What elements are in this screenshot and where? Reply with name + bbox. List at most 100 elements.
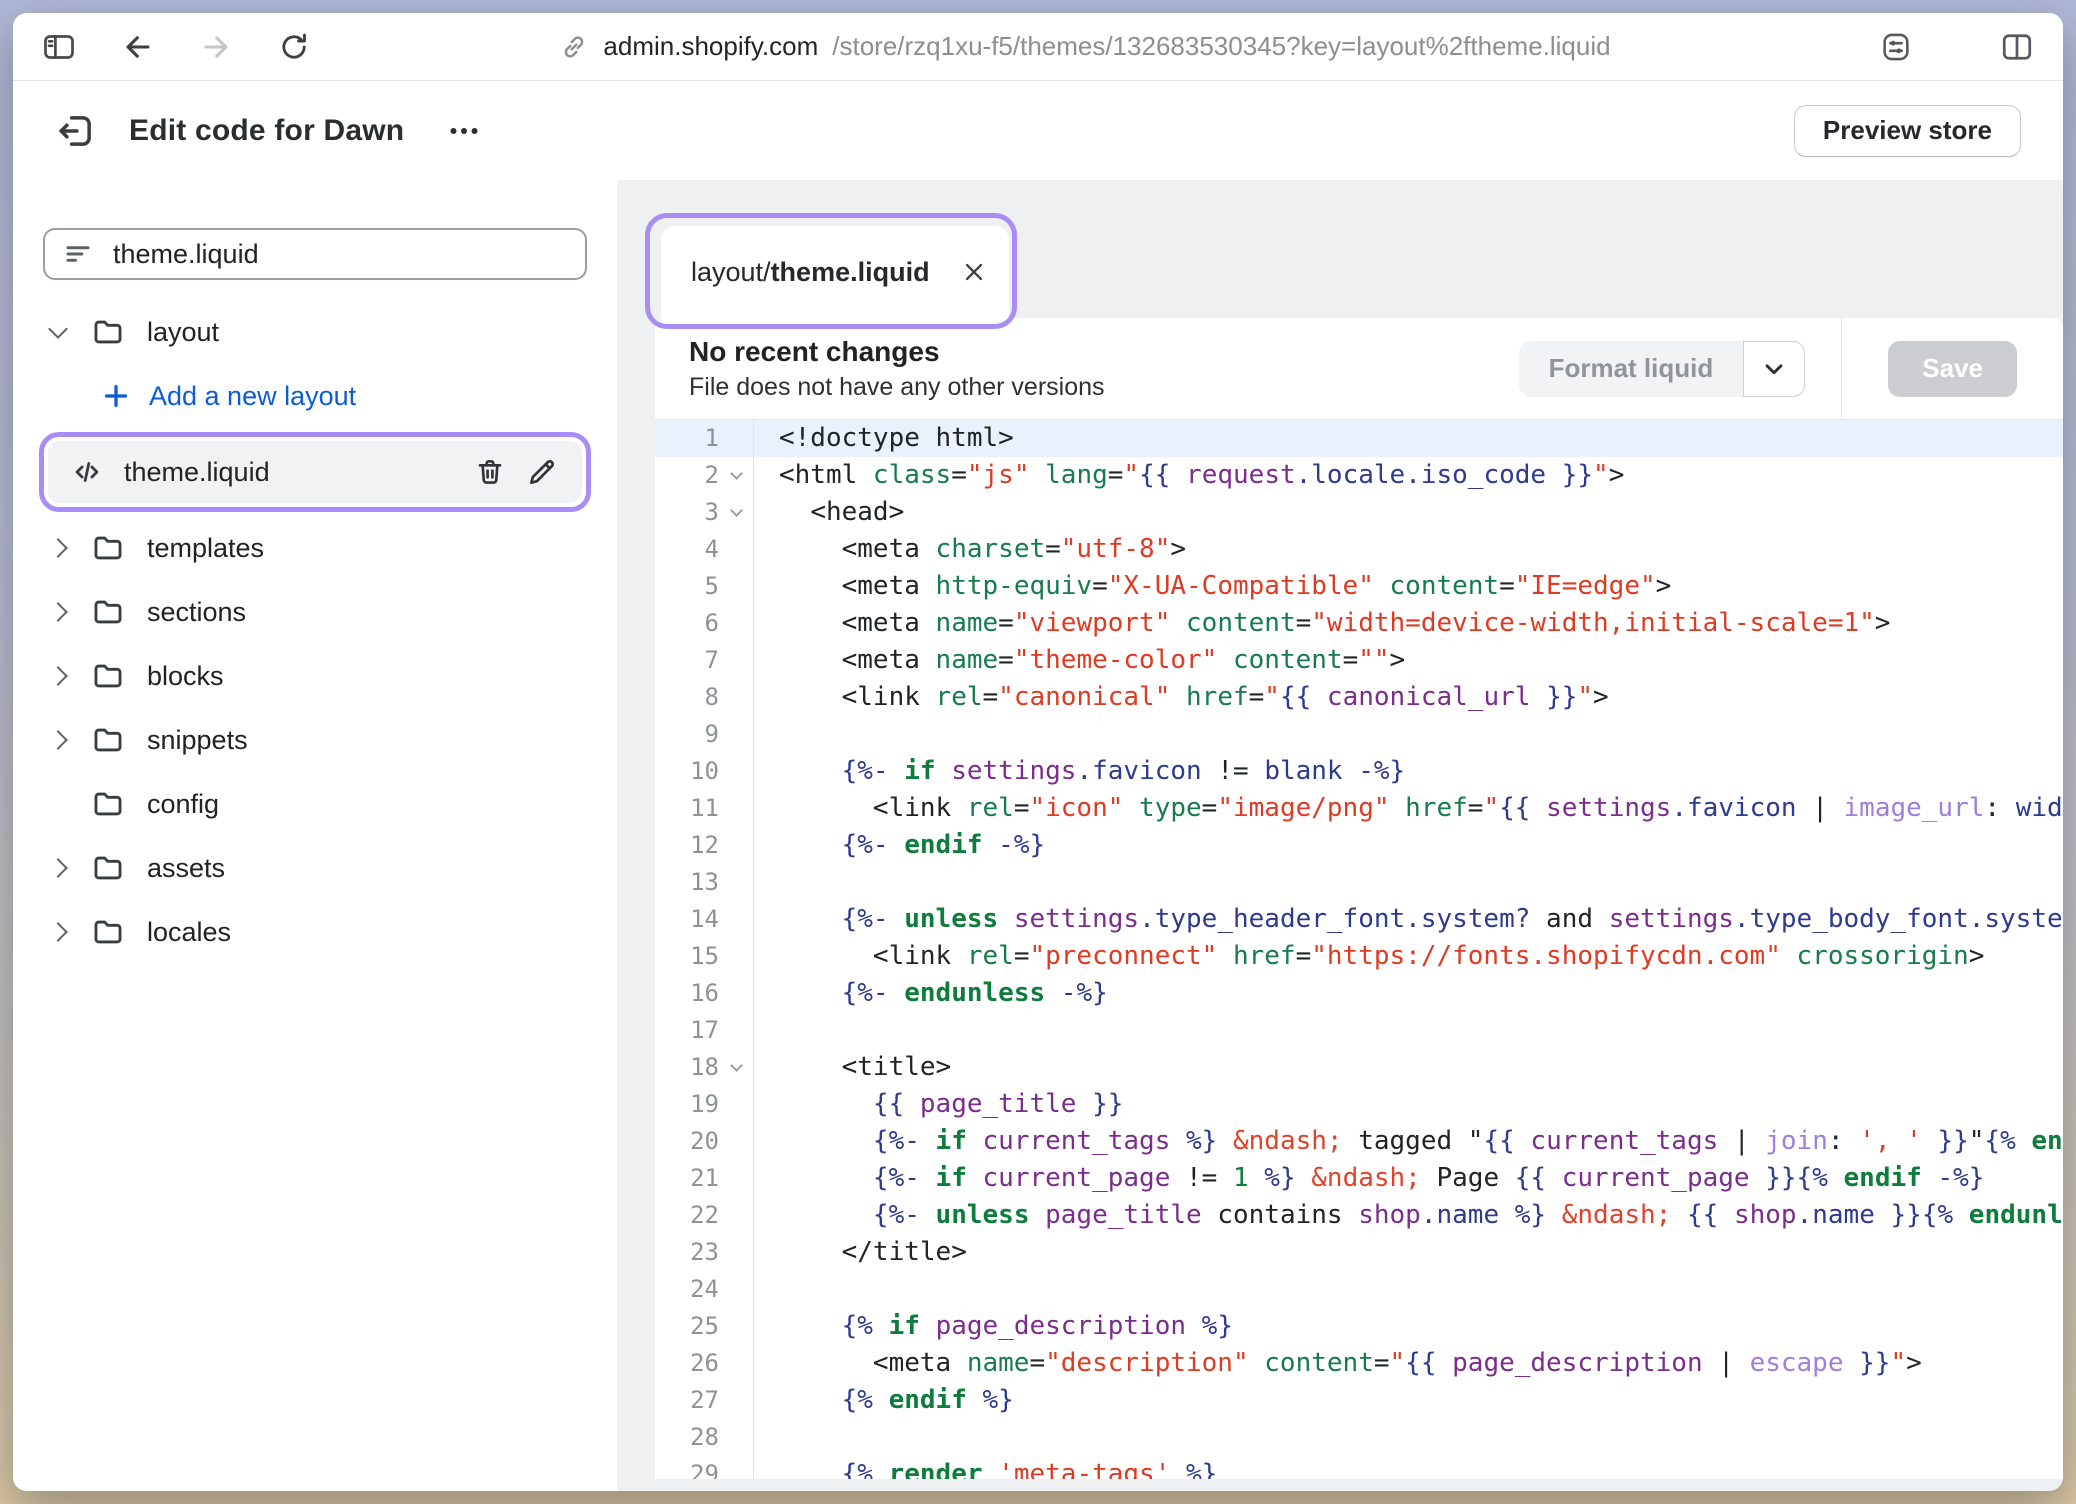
folder-icon: [91, 851, 125, 885]
plus-icon: [101, 381, 131, 411]
code-line[interactable]: 18 <title>: [655, 1049, 2063, 1086]
search-input[interactable]: [111, 238, 567, 271]
code-line[interactable]: 22 {%- unless page_title contains shop.n…: [655, 1197, 2063, 1234]
back-button[interactable]: [121, 30, 155, 64]
sidebar-item-locales[interactable]: locales: [13, 900, 617, 964]
line-number: 17: [655, 1012, 719, 1049]
line-number: 1: [655, 420, 719, 457]
code-text: <link rel="icon" type="image/png" href="…: [753, 790, 2063, 827]
line-number: 9: [655, 716, 719, 753]
line-number: 13: [655, 864, 719, 901]
code-line[interactable]: 6 <meta name="viewport" content="width=d…: [655, 605, 2063, 642]
forward-arrow-icon: [199, 30, 233, 64]
line-number: 11: [655, 790, 719, 827]
line-number: 5: [655, 568, 719, 605]
code-line[interactable]: 5 <meta http-equiv="X-UA-Compatible" con…: [655, 568, 2063, 605]
sidebar-item-config[interactable]: config: [13, 772, 617, 836]
code-line[interactable]: 25 {% if page_description %}: [655, 1308, 2063, 1345]
exit-editor-button[interactable]: [55, 110, 97, 152]
code-text: <link rel="preconnect" href="https://fon…: [753, 938, 2063, 975]
code-line[interactable]: 8 <link rel="canonical" href="{{ canonic…: [655, 679, 2063, 716]
sidebar-item-layout[interactable]: layout: [13, 300, 617, 364]
code-line[interactable]: 23 </title>: [655, 1234, 2063, 1271]
folder-icon: [91, 315, 125, 349]
code-line[interactable]: 10 {%- if settings.favicon != blank -%}: [655, 753, 2063, 790]
delete-file-button[interactable]: [474, 456, 506, 488]
code-text: {%- endunless -%}: [753, 975, 2063, 1012]
code-line[interactable]: 16 {%- endunless -%}: [655, 975, 2063, 1012]
code-line[interactable]: 17: [655, 1012, 2063, 1049]
code-line[interactable]: 3 <head>: [655, 494, 2063, 531]
code-line[interactable]: 1<!doctype html>: [655, 420, 2063, 457]
save-button[interactable]: Save: [1888, 341, 2017, 397]
reload-button[interactable]: [277, 30, 311, 64]
exit-icon: [55, 110, 97, 152]
code-line[interactable]: 13: [655, 864, 2063, 901]
code-line[interactable]: 24: [655, 1271, 2063, 1308]
code-line[interactable]: 20 {%- if current_tags %} &ndash; tagged…: [655, 1123, 2063, 1160]
close-tab-button[interactable]: [956, 254, 992, 290]
format-liquid-button[interactable]: Format liquid: [1519, 341, 1744, 397]
code-line[interactable]: 19 {{ page_title }}: [655, 1086, 2063, 1123]
rename-file-button[interactable]: [526, 456, 558, 488]
code-line[interactable]: 7 <meta name="theme-color" content="">: [655, 642, 2063, 679]
code-line[interactable]: 14 {%- unless settings.type_header_font.…: [655, 901, 2063, 938]
chevron-right-icon: [48, 666, 68, 686]
code-line[interactable]: 26 <meta name="description" content="{{ …: [655, 1345, 2063, 1382]
split-view-button[interactable]: [1999, 29, 2035, 65]
line-number: 2: [655, 457, 719, 494]
page-settings-icon: [1879, 30, 1913, 64]
sidebar-item-assets[interactable]: assets: [13, 836, 617, 900]
file-sidebar: layout Add a new layout theme.liquid: [13, 180, 617, 1491]
sidebar-item-sections[interactable]: sections: [13, 580, 617, 644]
preview-store-button[interactable]: Preview store: [1794, 105, 2021, 157]
format-options-dropdown-button[interactable]: [1743, 341, 1805, 397]
annotation-highlight-file: theme.liquid: [39, 432, 591, 512]
code-editor[interactable]: 1<!doctype html>2<html class="js" lang="…: [655, 420, 2063, 1479]
more-actions-button[interactable]: [440, 107, 488, 155]
code-line[interactable]: 15 <link rel="preconnect" href="https://…: [655, 938, 2063, 975]
version-bar: No recent changes File does not have any…: [655, 318, 2063, 420]
sidebar-item-theme-liquid[interactable]: theme.liquid: [48, 441, 582, 503]
add-new-layout-button[interactable]: Add a new layout: [13, 364, 617, 428]
code-text: {% if page_description %}: [753, 1308, 2063, 1345]
folder-label: snippets: [147, 725, 248, 756]
app-header: Edit code for Dawn Preview store: [13, 81, 2063, 180]
code-line[interactable]: 21 {%- if current_page != 1 %} &ndash; P…: [655, 1160, 2063, 1197]
file-search-box[interactable]: [43, 228, 587, 280]
tab-layout-theme-liquid[interactable]: layout/theme.liquid: [661, 226, 1009, 318]
line-number: 21: [655, 1160, 719, 1197]
folder-label: config: [147, 789, 219, 820]
code-text: {%- if current_tags %} &ndash; tagged "{…: [753, 1123, 2063, 1160]
link-icon: [559, 32, 589, 62]
address-bar[interactable]: admin.shopify.com/store/rzq1xu-f5/themes…: [311, 31, 1859, 62]
split-view-icon: [1999, 29, 2035, 65]
folder-label: sections: [147, 597, 246, 628]
code-line[interactable]: 27 {% endif %}: [655, 1382, 2063, 1419]
code-line[interactable]: 4 <meta charset="utf-8">: [655, 531, 2063, 568]
sidebar-toggle-button[interactable]: [41, 29, 77, 65]
code-line[interactable]: 9: [655, 716, 2063, 753]
sidebar-item-blocks[interactable]: blocks: [13, 644, 617, 708]
sidebar-item-templates[interactable]: templates: [13, 516, 617, 580]
add-new-layout-label: Add a new layout: [149, 381, 356, 412]
pencil-icon: [526, 456, 558, 488]
file-label: theme.liquid: [124, 457, 454, 488]
sidebar-item-snippets[interactable]: snippets: [13, 708, 617, 772]
code-line[interactable]: 12 {%- endif -%}: [655, 827, 2063, 864]
code-line[interactable]: 2<html class="js" lang="{{ request.local…: [655, 457, 2063, 494]
code-line[interactable]: 29 {% render 'meta-tags' %}: [655, 1456, 2063, 1479]
code-line[interactable]: 11 <link rel="icon" type="image/png" hre…: [655, 790, 2063, 827]
folder-icon: [91, 723, 125, 757]
format-liquid-split-button: Format liquid: [1519, 341, 1806, 397]
chevron-right-icon: [48, 538, 68, 558]
fold-toggle-icon[interactable]: [719, 473, 753, 478]
fold-toggle-icon[interactable]: [719, 510, 753, 515]
code-line[interactable]: 28: [655, 1419, 2063, 1456]
forward-button[interactable]: [199, 30, 233, 64]
main-content: layout Add a new layout theme.liquid: [13, 180, 2063, 1491]
fold-toggle-icon[interactable]: [719, 1065, 753, 1070]
page-settings-button[interactable]: [1879, 30, 1913, 64]
code-text: </title>: [753, 1234, 2063, 1271]
code-text: <meta http-equiv="X-UA-Compatible" conte…: [753, 568, 2063, 605]
